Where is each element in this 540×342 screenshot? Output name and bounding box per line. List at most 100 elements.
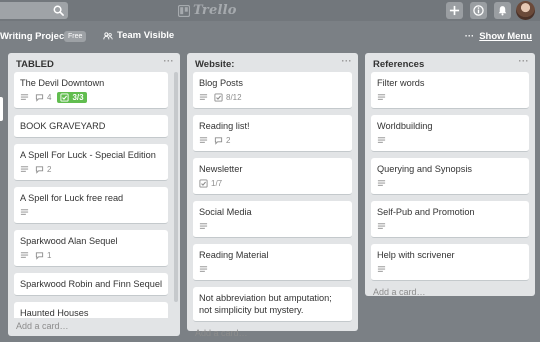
comment-icon [214, 137, 223, 145]
card-haunted-houses[interactable]: Haunted Houses [14, 302, 168, 318]
card-title: Not abbreviation but amputation; not sim… [199, 293, 332, 315]
free-badge: Free [64, 31, 87, 42]
list-menu-button[interactable]: ··· [164, 56, 175, 66]
description-badge [199, 136, 208, 145]
card-newsletter[interactable]: Newsletter 1/7 [193, 158, 352, 195]
checklist-badge: 3/3 [57, 92, 87, 103]
card-querying-synopsis[interactable]: Querying and Synopsis [371, 158, 529, 195]
checklist-count: 3/3 [72, 93, 84, 102]
info-icon [473, 5, 484, 16]
list-menu-button[interactable]: ··· [342, 56, 353, 66]
search-icon[interactable] [53, 5, 64, 16]
card-badges [20, 207, 162, 218]
checklist-icon [60, 93, 70, 102]
description-icon [377, 180, 386, 186]
comments-badge: 1 [35, 251, 51, 260]
add-card-button[interactable]: Add a card… [365, 287, 535, 297]
list-website: Website: ··· Blog Posts 8/12 Reading lis… [187, 53, 358, 338]
card-title: Self-Pub and Promotion [377, 207, 475, 217]
card-title: A Spell for Luck free read [20, 193, 124, 203]
card-sparkwood-alan-sequel[interactable]: Sparkwood Alan Sequel 1 [14, 230, 168, 267]
visibility-label: Team Visible [117, 30, 175, 41]
card-badges: 1 [20, 250, 162, 261]
plus-icon [449, 5, 460, 16]
card-badges [199, 221, 346, 232]
description-icon [20, 252, 29, 258]
show-menu-button[interactable]: ··· Show Menu [465, 31, 532, 42]
show-menu-label: Show Menu [479, 31, 532, 42]
checklist-badge: 8/12 [214, 93, 242, 102]
offscreen-list-edge [0, 97, 3, 121]
card-title: Worldbuilding [377, 121, 433, 131]
description-icon [199, 223, 208, 229]
description-icon [20, 166, 29, 172]
description-badge [199, 222, 208, 231]
card-title: Help with scrivener [377, 250, 455, 260]
list-header: TABLED ··· [8, 53, 180, 72]
card-badges: 2 [199, 135, 346, 146]
team-icon [103, 31, 113, 39]
card-social-media[interactable]: Social Media [193, 201, 352, 238]
comments-count: 1 [47, 251, 52, 260]
card-spell-for-luck-special[interactable]: A Spell For Luck - Special Edition 2 [14, 144, 168, 181]
card-container: Blog Posts 8/12 Reading list! 2 Newslett… [187, 72, 358, 322]
notifications-button[interactable] [494, 2, 511, 19]
comments-badge: 2 [214, 136, 230, 145]
card-badges [377, 92, 523, 103]
list-header: References ··· [365, 53, 535, 72]
card-filter-words[interactable]: Filter words [371, 72, 529, 109]
add-card-button[interactable]: Add a card… [8, 321, 180, 331]
card-badges [377, 221, 523, 232]
description-icon [20, 209, 29, 215]
card-devil-downtown[interactable]: The Devil Downtown 4 3/3 [14, 72, 168, 109]
description-icon [199, 266, 208, 272]
card-help-with-scrivener[interactable]: Help with scrivener [371, 244, 529, 281]
info-button[interactable] [470, 2, 487, 19]
bell-icon [498, 6, 507, 16]
card-badges [377, 264, 523, 275]
card-badges: 4 3/3 [20, 92, 162, 103]
card-reading-list[interactable]: Reading list! 2 [193, 115, 352, 152]
description-icon [199, 137, 208, 143]
trello-logo[interactable]: Trello [178, 2, 237, 19]
checklist-count: 1/7 [211, 179, 223, 188]
checklist-icon [199, 179, 208, 188]
card-title: Haunted Houses [20, 308, 89, 318]
description-badge [199, 93, 208, 102]
card-self-pub-promotion[interactable]: Self-Pub and Promotion [371, 201, 529, 238]
list-title[interactable]: References [373, 59, 424, 70]
card-container: Filter words Worldbuilding Querying and … [365, 72, 535, 281]
description-icon [377, 137, 386, 143]
comments-count: 2 [47, 165, 52, 174]
description-badge [377, 265, 386, 274]
card-spell-for-luck-free-read[interactable]: A Spell for Luck free read [14, 187, 168, 224]
card-book-graveyard[interactable]: BOOK GRAVEYARD [14, 115, 168, 138]
add-card-button[interactable]: Add a card… [187, 328, 358, 338]
list-tabled: TABLED ··· The Devil Downtown 4 3/3 BOOK… [8, 53, 180, 336]
card-title: Reading list! [199, 121, 250, 131]
description-badge [20, 93, 29, 102]
add-button[interactable] [446, 2, 463, 19]
visibility-button[interactable]: Team Visible [103, 30, 174, 41]
card-blog-posts[interactable]: Blog Posts 8/12 [193, 72, 352, 109]
search-input[interactable] [0, 2, 68, 19]
card-title: Newsletter [199, 164, 243, 174]
card-title: Social Media [199, 207, 252, 217]
board-title[interactable]: Writing Projects [0, 31, 73, 42]
list-menu-button[interactable]: ··· [519, 56, 530, 66]
card-worldbuilding[interactable]: Worldbuilding [371, 115, 529, 152]
user-avatar[interactable] [516, 1, 535, 20]
card-reading-material[interactable]: Reading Material [193, 244, 352, 281]
comment-icon [35, 166, 44, 174]
card-badges [377, 135, 523, 146]
board-header: Writing Projects Free Team Visible ··· S… [0, 24, 540, 50]
card-abbreviation-quote[interactable]: Not abbreviation but amputation; not sim… [193, 287, 352, 322]
checklist-count: 8/12 [226, 93, 242, 102]
card-badges: 8/12 [199, 92, 346, 103]
list-title[interactable]: Website: [195, 59, 234, 70]
card-sparkwood-robin-finn[interactable]: Sparkwood Robin and Finn Sequel [14, 273, 168, 296]
comments-count: 2 [226, 136, 231, 145]
description-icon [20, 94, 29, 100]
list-title[interactable]: TABLED [16, 59, 54, 70]
card-title: Sparkwood Alan Sequel [20, 236, 118, 246]
